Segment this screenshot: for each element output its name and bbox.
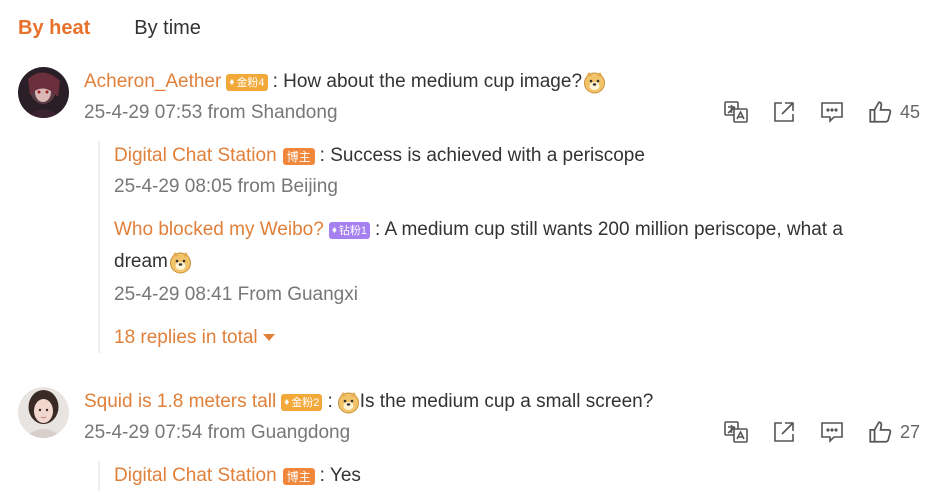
- avatar[interactable]: [18, 67, 69, 118]
- doge-emoji: [169, 251, 192, 274]
- host-badge: 博主: [282, 147, 315, 165]
- reply: Digital Chat Station 博主 : Yes: [114, 461, 934, 491]
- comment-colon: :: [327, 391, 333, 412]
- reply-text-continued: dream: [114, 251, 168, 272]
- reply-list: Digital Chat Station 博主 : Success is ach…: [98, 141, 934, 353]
- fan-badge: ♦ 金粉4: [226, 73, 268, 91]
- crown-icon: ♦: [229, 76, 235, 88]
- sort-tabs: By heat By time: [18, 17, 201, 40]
- like-button[interactable]: 27: [867, 419, 920, 445]
- comment-icon[interactable]: [819, 419, 845, 445]
- reply-text: : Yes: [319, 465, 361, 486]
- crown-icon: ♦: [284, 396, 290, 408]
- more-replies-label: 18 replies in total: [114, 327, 258, 348]
- reply-meta: 25-4-29 08:05 from Beijing: [114, 176, 338, 197]
- comment-icon[interactable]: [819, 99, 845, 125]
- like-button[interactable]: 45: [867, 99, 920, 125]
- comment-actions: 45: [723, 99, 920, 125]
- avatar[interactable]: [18, 387, 69, 438]
- badge-label: 金粉4: [236, 77, 265, 89]
- host-badge: 博主: [282, 467, 315, 485]
- badge-label: 钻粉1: [338, 225, 368, 237]
- reply-line: dream: [114, 245, 934, 279]
- username[interactable]: Acheron_Aether: [84, 71, 221, 93]
- reply: Digital Chat Station 博主 : Success is ach…: [114, 141, 934, 203]
- tab-by-time[interactable]: By time: [134, 17, 201, 40]
- comment-line: Acheron_Aether ♦ 金粉4 : How about the med…: [84, 67, 928, 97]
- reply-username[interactable]: Who blocked my Weibo?: [114, 219, 324, 241]
- reply-line: Who blocked my Weibo? ♦ 钻粉1 : A medium c…: [114, 215, 934, 245]
- comment-actions: 27: [723, 419, 920, 445]
- like-icon: [869, 101, 892, 123]
- comment: Squid is 1.8 meters tall ♦ 金粉2 : Is the …: [18, 387, 928, 501]
- comment-line: Squid is 1.8 meters tall ♦ 金粉2 : Is the …: [84, 387, 928, 417]
- share-icon[interactable]: [771, 419, 797, 445]
- translate-icon[interactable]: [723, 99, 749, 125]
- more-replies-link[interactable]: 18 replies in total: [114, 323, 934, 353]
- share-icon[interactable]: [771, 99, 797, 125]
- comment-text: Is the medium cup a small screen?: [359, 391, 654, 412]
- chevron-down-icon: [262, 334, 275, 341]
- like-icon: [869, 421, 892, 443]
- doge-emoji: [337, 391, 360, 414]
- reply-line: Digital Chat Station 博主 : Success is ach…: [114, 141, 934, 171]
- reply-text: : Success is achieved with a periscope: [319, 145, 645, 166]
- reply-username[interactable]: Digital Chat Station: [114, 465, 277, 487]
- diamond-icon: ♦: [331, 224, 337, 236]
- username[interactable]: Squid is 1.8 meters tall: [84, 391, 276, 413]
- doge-emoji: [583, 71, 606, 94]
- reply-text: : A medium cup still wants 200 million p…: [375, 219, 843, 240]
- badge-label: 金粉2: [291, 397, 320, 409]
- like-count: 27: [899, 421, 920, 442]
- reply-username[interactable]: Digital Chat Station: [114, 145, 277, 167]
- reply: Who blocked my Weibo? ♦ 钻粉1 : A medium c…: [114, 215, 934, 311]
- comment: Acheron_Aether ♦ 金粉4 : How about the med…: [18, 67, 928, 367]
- reply-line: Digital Chat Station 博主 : Yes: [114, 461, 934, 491]
- reply-meta: 25-4-29 08:41 From Guangxi: [114, 284, 358, 305]
- tab-by-heat[interactable]: By heat: [18, 17, 90, 40]
- translate-icon[interactable]: [723, 419, 749, 445]
- comment-text: : How about the medium cup image?: [272, 71, 583, 92]
- like-count: 45: [899, 101, 920, 122]
- fan-badge: ♦ 钻粉1: [328, 221, 371, 239]
- reply-list: Digital Chat Station 博主 : Yes: [98, 461, 934, 491]
- fan-badge: ♦ 金粉2: [281, 393, 323, 411]
